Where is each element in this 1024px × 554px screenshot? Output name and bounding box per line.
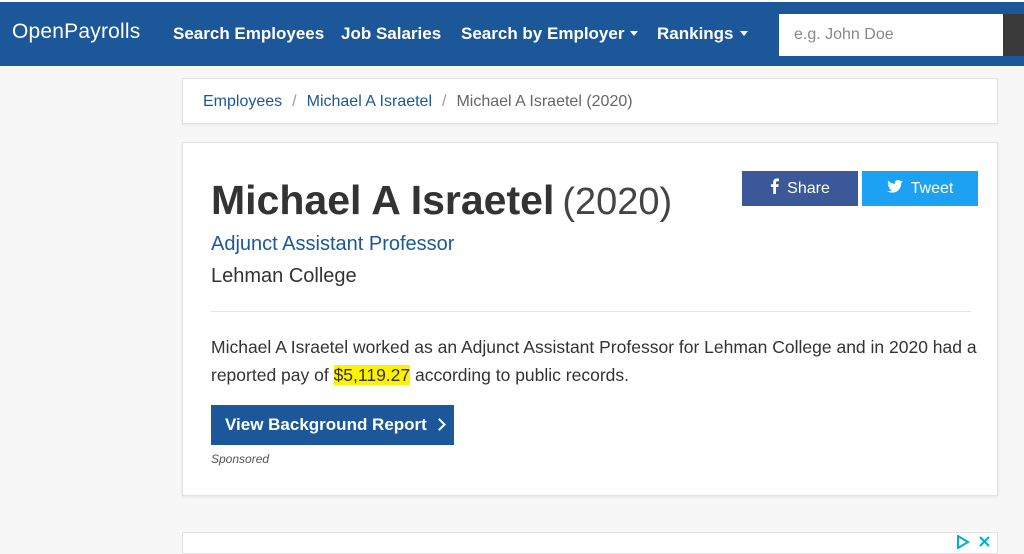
employee-year: (2020) — [562, 181, 673, 223]
caret-down-icon — [630, 30, 639, 36]
pay-amount: $5,119.27 — [333, 365, 411, 385]
breadcrumb-separator: / — [292, 93, 297, 110]
employee-name: Michael A Israetel — [211, 177, 555, 223]
report-button-label: View Background Report — [225, 415, 427, 434]
nav-rankings[interactable]: Rankings — [657, 24, 748, 44]
adchoices-icon[interactable] — [956, 534, 970, 554]
nav-rankings-label: Rankings — [657, 24, 734, 43]
top-navbar: OpenPayrolls Search Employees Job Salari… — [0, 0, 1024, 66]
divider — [211, 311, 971, 312]
breadcrumb-employees[interactable]: Employees — [203, 93, 282, 110]
tweet-label: Tweet — [910, 179, 954, 197]
description-text-end: according to public records. — [410, 365, 630, 385]
nav-job-salaries[interactable]: Job Salaries — [341, 24, 441, 44]
breadcrumb-employee[interactable]: Michael A Israetel — [307, 93, 432, 110]
page-title: Michael A Israetel (2020) — [211, 177, 672, 224]
nav-search-employees[interactable]: Search Employees — [173, 24, 324, 44]
search-input[interactable] — [779, 14, 1003, 56]
breadcrumb-separator: / — [442, 93, 447, 110]
breadcrumb-current: Michael A Israetel (2020) — [456, 93, 633, 110]
nav-search-by-employer-label: Search by Employer — [461, 24, 625, 43]
close-icon[interactable] — [978, 535, 991, 554]
nav-search-by-employer[interactable]: Search by Employer — [461, 24, 639, 44]
search-button[interactable] — [1003, 14, 1024, 56]
breadcrumb: Employees / Michael A Israetel / Michael A I… — [182, 78, 998, 124]
ad-banner[interactable] — [182, 532, 998, 554]
job-title-link[interactable]: Adjunct Assistant Professor — [211, 233, 454, 256]
caret-down-icon — [739, 30, 748, 36]
brand-logo[interactable]: OpenPayrolls — [12, 20, 140, 44]
view-background-report-button[interactable]: View Background Report — [211, 405, 454, 445]
employee-card: Michael A Israetel (2020) Share Tweet Adj… — [182, 142, 998, 496]
ad-controls — [956, 534, 991, 554]
pay-description: Michael A Israetel worked as an Adjunct … — [211, 333, 981, 389]
sponsored-label: Sponsored — [211, 452, 270, 466]
facebook-icon — [770, 178, 780, 199]
chevron-right-icon — [432, 417, 446, 431]
twitter-tweet-button[interactable]: Tweet — [862, 171, 978, 206]
facebook-share-button[interactable]: Share — [742, 171, 858, 206]
share-label: Share — [787, 179, 830, 197]
twitter-icon — [886, 179, 903, 198]
employer-name: Lehman College — [211, 265, 357, 287]
